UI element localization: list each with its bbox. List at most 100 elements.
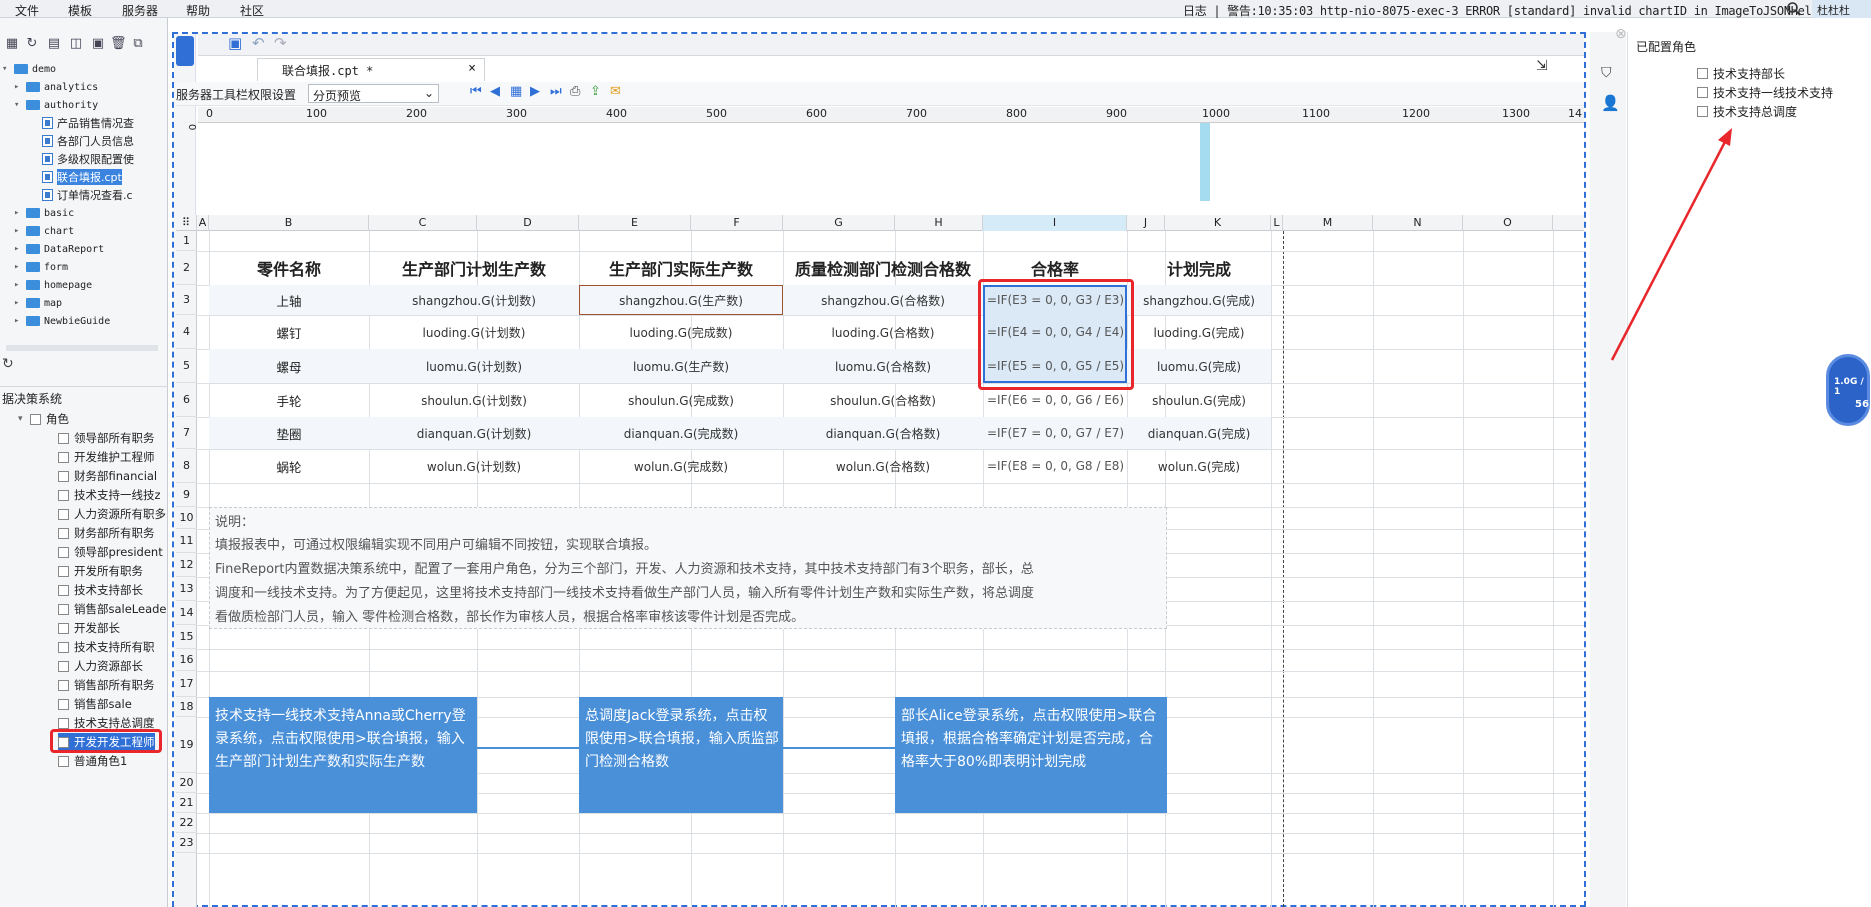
part-name-cell[interactable]: 螺钉 [209, 315, 369, 349]
plan-cell[interactable]: luomu.G(计划数) [369, 349, 579, 383]
spreadsheet-grid[interactable]: 零件名称 生产部门计划生产数 生产部门实际生产数 质量检测部门检测合格数 合格率… [197, 231, 1584, 907]
configured-role[interactable]: 技术支持总调度 [1697, 103, 1797, 119]
plan-cell[interactable]: dianquan.G(计划数) [369, 417, 579, 449]
shield-icon[interactable]: ⛉ [1601, 65, 1612, 81]
plan-cell[interactable]: shoulun.G(计划数) [369, 383, 579, 417]
tree-item-demo[interactable]: ▾ demo [2, 60, 56, 78]
col-header[interactable]: H [895, 215, 983, 231]
close-icon[interactable]: ⊗ [1615, 26, 1627, 42]
compress-icon[interactable]: ▣ [90, 36, 106, 52]
qualified-cell[interactable]: wolun.G(合格数) [783, 449, 983, 483]
role-checkbox[interactable] [58, 432, 69, 444]
plan-cell[interactable]: wolun.G(计划数) [369, 449, 579, 483]
tree-scrollbar[interactable] [6, 345, 158, 351]
role-checkbox[interactable] [1697, 105, 1708, 117]
role-item[interactable]: 技术支持部长 [58, 581, 143, 599]
tree-item-newbieguide[interactable]: ▸ NewbieGuide [14, 312, 110, 330]
part-name-cell[interactable]: 垫圈 [209, 417, 369, 449]
page-icon[interactable]: ▦ [510, 84, 522, 99]
role-checkbox[interactable] [58, 508, 69, 520]
redo-icon[interactable]: ↷ [274, 34, 287, 52]
row-header[interactable]: 12 [176, 553, 197, 577]
row-header[interactable]: 5 [176, 349, 197, 383]
print-icon[interactable]: ⎙ [570, 84, 580, 99]
col-header[interactable]: L [1271, 215, 1283, 231]
tree-item-basic[interactable]: ▸ basic [14, 204, 74, 222]
part-name-cell[interactable]: 手轮 [209, 383, 369, 417]
role-item[interactable]: 财务部financial [58, 467, 157, 485]
save-icon[interactable]: ▣ [228, 34, 242, 52]
col-header[interactable]: G [783, 215, 895, 231]
role-item[interactable]: 开发所有职务 [58, 562, 143, 580]
row-header[interactable]: 3 [176, 285, 197, 315]
col-header[interactable]: N [1373, 215, 1463, 231]
col-header[interactable]: E [579, 215, 691, 231]
row-header[interactable]: 23 [176, 833, 197, 853]
tree-item-form[interactable]: ▸ form [14, 258, 68, 276]
header-cell[interactable]: 质量检测部门检测合格数 [783, 251, 983, 285]
configured-role[interactable]: 技术支持部长 [1697, 65, 1785, 81]
qualified-cell[interactable]: shoulun.G(合格数) [783, 383, 983, 417]
row-header[interactable]: 6 [176, 383, 197, 417]
plan-cell[interactable]: shangzhou.G(计划数) [369, 285, 579, 315]
menu-help[interactable]: 帮助 [186, 2, 210, 19]
col-header[interactable]: A [197, 215, 209, 231]
role-checkbox[interactable] [58, 679, 69, 691]
role-checkbox[interactable] [58, 641, 69, 653]
col-header[interactable]: F [691, 215, 783, 231]
first-page-icon[interactable]: ⏮ [470, 84, 482, 99]
tree-item-file[interactable]: 多级权限配置使 [42, 150, 134, 168]
actual-cell[interactable]: shoulun.G(完成数) [579, 383, 783, 417]
col-header[interactable]: B [209, 215, 369, 231]
role-item[interactable]: 普通角色1 [58, 752, 127, 770]
col-header[interactable]: M [1283, 215, 1373, 231]
row-header[interactable]: 14 [176, 601, 197, 625]
role-checkbox[interactable] [1697, 67, 1708, 79]
tree-item-analytics[interactable]: ▸ analytics [14, 78, 98, 96]
plan-cell[interactable]: luoding.G(计划数) [369, 315, 579, 349]
row-header[interactable]: 22 [176, 813, 197, 833]
next-page-icon[interactable]: ▶ [530, 84, 540, 99]
row-header[interactable]: 4 [176, 315, 197, 349]
role-checkbox[interactable] [58, 451, 69, 463]
row-header[interactable]: 9 [176, 483, 197, 507]
role-item[interactable]: 销售部saleLeade [58, 600, 167, 618]
role-item[interactable]: 人力资源部长 [58, 657, 143, 675]
complete-cell[interactable]: luomu.G(完成) [1127, 349, 1271, 383]
tree-item-file-selected[interactable]: 联合填报.cpt [42, 168, 122, 186]
actual-cell[interactable]: wolun.G(完成数) [579, 449, 783, 483]
complete-cell[interactable]: shoulun.G(完成) [1127, 383, 1271, 417]
actual-cell[interactable]: dianquan.G(完成数) [579, 417, 783, 449]
copy-icon[interactable]: ⧉ [130, 36, 146, 52]
export-icon[interactable]: ⇪ [590, 84, 601, 99]
role-item[interactable]: 销售部所有职务 [58, 676, 155, 694]
last-page-icon[interactable]: ⏭ [550, 84, 562, 99]
prev-page-icon[interactable]: ◀ [490, 84, 500, 99]
role-item[interactable]: 财务部所有职务 [58, 524, 155, 542]
memory-widget[interactable]: 1.0G / 1 56 [1826, 354, 1870, 426]
row-header[interactable]: 21 [176, 793, 197, 813]
formula-cell[interactable]: =IF(E7 = 0, 0, G7 / E7) [983, 417, 1127, 449]
tree-item-map[interactable]: ▸ map [14, 294, 62, 312]
tree-item-datareport[interactable]: ▸ DataReport [14, 240, 104, 258]
complete-cell[interactable]: dianquan.G(完成) [1127, 417, 1271, 449]
email-icon[interactable]: ✉ [610, 84, 621, 99]
row-header[interactable]: 7 [176, 417, 197, 449]
role-item[interactable]: 开发维护工程师 [58, 448, 155, 466]
actual-cell[interactable]: luomu.G(生产数) [579, 349, 783, 383]
complete-cell[interactable]: shangzhou.G(完成) [1127, 285, 1271, 315]
refresh-icon[interactable]: ↻ [2, 356, 14, 372]
tree-item-homepage[interactable]: ▸ homepage [14, 276, 92, 294]
tree-item-file[interactable]: 订单情况查看.c [42, 186, 133, 204]
role-checkbox[interactable] [1697, 86, 1708, 98]
role-checkbox[interactable] [58, 584, 69, 596]
row-header[interactable]: 1 [176, 231, 197, 251]
user-icon[interactable]: 👤 [1601, 94, 1620, 112]
row-header[interactable]: 8 [176, 449, 197, 483]
role-checkbox[interactable] [58, 698, 69, 710]
role-item[interactable]: 开发部长 [58, 619, 120, 637]
refresh-icon[interactable]: ↻ [24, 36, 40, 52]
row-header[interactable]: 10 [176, 507, 197, 529]
header-cell[interactable]: 生产部门实际生产数 [579, 251, 783, 285]
qualified-cell[interactable]: dianquan.G(合格数) [783, 417, 983, 449]
